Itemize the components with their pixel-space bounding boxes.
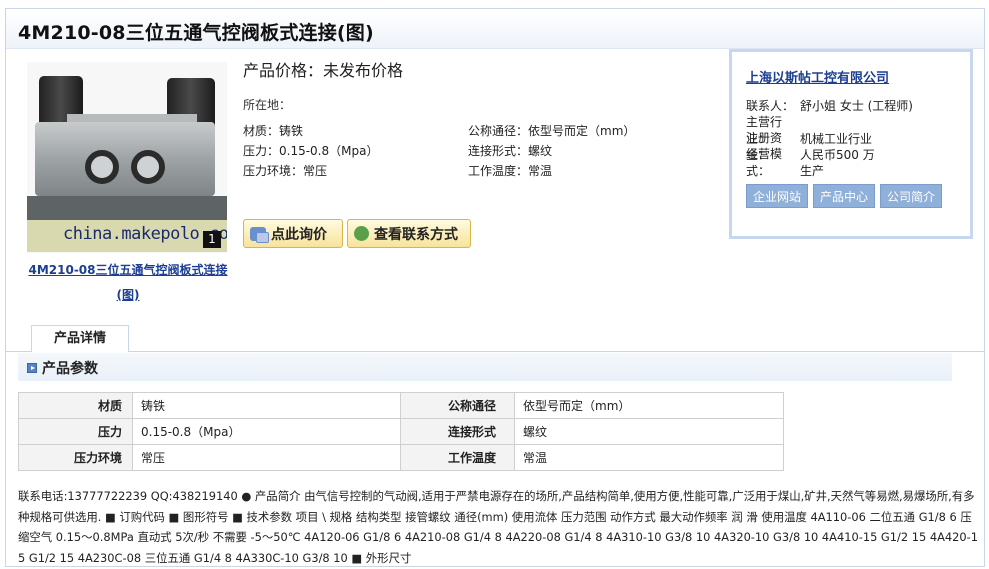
image-caption-link[interactable]: 4M210-08三位五通气控阀板式连接(图) [25,258,231,308]
price-label: 产品价格： [243,61,324,80]
param-key: 材质 [18,392,133,419]
company-card: 上海以斯帖工控有限公司 联系人： 舒小姐 女士 (工程师) 主营行业： 机械工业行业… [729,49,973,239]
spec-work-temp: 工作温度：常温 [468,164,553,178]
company-row-value: 舒小姐 女士 (工程师) [800,99,913,113]
param-key: 公称通径 [400,392,515,419]
section-title: 产品参数 [42,361,98,377]
product-center-button[interactable]: 产品中心 [813,184,875,208]
param-value: 常温 [514,444,784,471]
location-label: 所在地： [243,98,292,112]
image-watermark: china.makepolo.com [27,220,227,252]
param-key: 压力环境 [18,444,133,471]
company-intro-button[interactable]: 公司简介 [880,184,942,208]
company-row-value: 生产 [800,164,825,178]
company-website-button[interactable]: 企业网站 [746,184,808,208]
price-line: 产品价格：未发布价格 [243,57,403,81]
tab-product-details[interactable]: 产品详情 [31,325,129,352]
spec-nominal-diameter: 公称通径：依型号而定（mm） [468,124,636,138]
inquiry-button[interactable]: 点此询价 [243,219,343,248]
spec-pressure: 压力：0.15-0.8（Mpa） [243,144,379,158]
view-contact-button[interactable]: 查看联系方式 [347,219,471,248]
title-bar: 4M210-08三位五通气控阀板式连接(图) [6,9,984,49]
product-image[interactable]: china.makepolo.com [27,62,227,253]
company-name-link[interactable]: 上海以斯帖工控有限公司 [746,67,889,86]
valve-port [85,150,119,184]
contact-icon [354,226,369,241]
spec-connection: 连接形式：螺纹 [468,144,553,158]
param-value: 铸铁 [132,392,401,419]
valve-body [35,122,215,196]
table-row: 压力 0.15-0.8（Mpa） 连接形式 螺纹 [18,418,784,445]
base-plate [27,196,227,222]
params-table: 材质 铸铁 公称通径 依型号而定（mm） 压力 0.15-0.8（Mpa） 连接… [18,392,784,471]
param-value: 0.15-0.8（Mpa） [132,418,401,445]
param-key: 工作温度 [400,444,515,471]
table-row: 材质 铸铁 公称通径 依型号而定（mm） [18,392,784,419]
section-header: 产品参数 [18,353,952,381]
page-title: 4M210-08三位五通气控阀板式连接(图) [18,22,374,44]
param-value: 螺纹 [514,418,784,445]
price-value: 未发布价格 [323,61,404,80]
table-row: 压力环境 常压 工作温度 常温 [18,444,784,471]
image-index-badge[interactable]: 1 [203,231,221,248]
tab-divider [6,351,984,352]
param-value: 常压 [132,444,401,471]
company-contact: 联系人： 舒小姐 女士 (工程师) [746,97,913,114]
valve-port [131,150,165,184]
param-key: 连接形式 [400,418,515,445]
company-row-key: 联系人： [746,99,795,113]
arrow-bullet-icon [27,363,37,373]
product-description: 联系电话:13777722239 QQ:438219140 ● 产品简介 由气信… [18,489,978,565]
spec-material: 材质：铸铁 [243,124,304,138]
company-row-key: 经营模式： [746,147,783,178]
chat-icon [250,226,269,243]
param-key: 压力 [18,418,133,445]
view-contact-button-label: 查看联系方式 [374,226,458,243]
spec-pressure-env: 压力环境：常压 [243,164,328,178]
company-model: 经营模式： 生产 [746,145,824,179]
inquiry-button-label: 点此询价 [271,226,327,243]
param-value: 依型号而定（mm） [514,392,784,419]
